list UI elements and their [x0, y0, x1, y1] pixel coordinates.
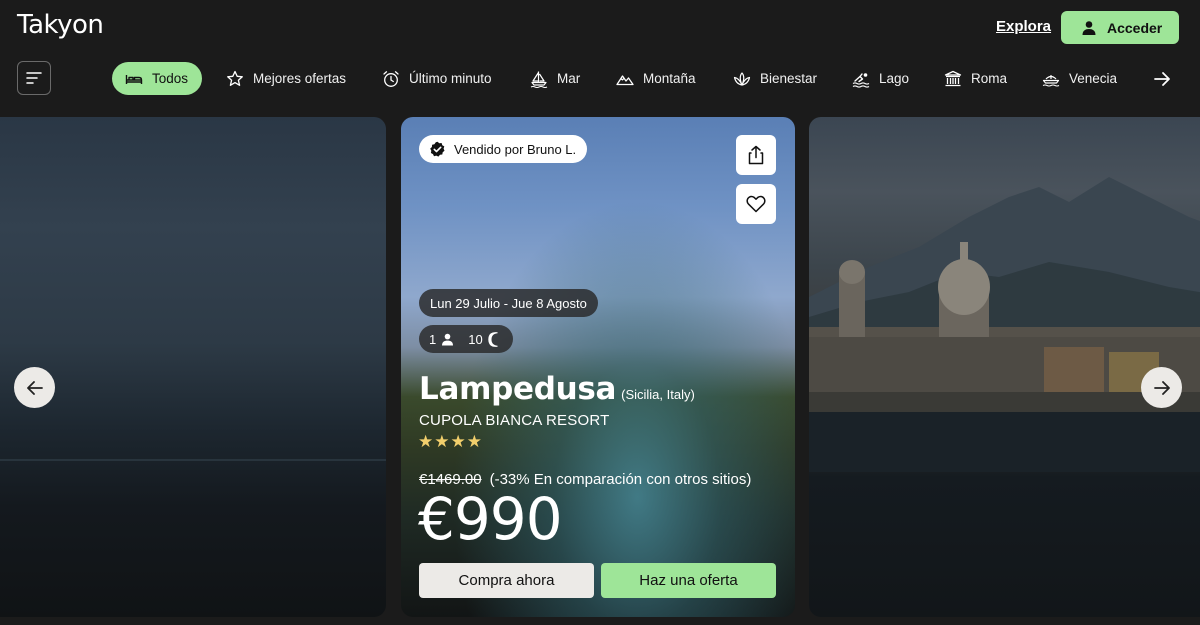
- explora-link[interactable]: Explora: [996, 18, 1051, 35]
- acceder-button[interactable]: Acceder: [1061, 11, 1179, 44]
- star-rating: ★★★★: [418, 432, 483, 451]
- moon-icon: [488, 331, 498, 347]
- dates-chip: Lun 29 Julio - Jue 8 Agosto: [419, 289, 598, 317]
- user-icon: [1082, 20, 1096, 35]
- nights-count: 10: [468, 331, 483, 347]
- category-nav: Todos Mejores ofertas Último minuto Mar …: [0, 59, 1200, 99]
- destination: Lampedusa (Sicilia, Italy): [419, 371, 695, 407]
- category-mejores-ofertas[interactable]: Mejores ofertas: [226, 62, 346, 95]
- heart-icon: [746, 195, 766, 213]
- category-label: Montaña: [643, 71, 696, 86]
- favorite-button[interactable]: [736, 184, 776, 224]
- town-scenery: [809, 242, 1200, 472]
- seller-label: Vendido por Bruno L.: [454, 141, 577, 157]
- category-ultimo-minuto[interactable]: Último minuto: [382, 62, 492, 95]
- category-label: Mejores ofertas: [253, 71, 347, 86]
- arrow-left-icon: [26, 380, 43, 395]
- top-bar: Takyon Explora Acceder: [0, 0, 1200, 55]
- filter-lines-icon: [26, 72, 42, 84]
- filter-menu-button[interactable]: [17, 61, 51, 95]
- category-label: Roma: [971, 71, 1008, 86]
- category-mar[interactable]: Mar: [530, 62, 580, 95]
- acceder-label: Acceder: [1107, 19, 1163, 36]
- guests-nights-chip: 1 10: [419, 325, 513, 353]
- category-venecia[interactable]: Venecia: [1042, 62, 1117, 95]
- monument-icon: [944, 70, 962, 86]
- arrow-right-icon: [1153, 380, 1170, 395]
- category-label: Lago: [879, 71, 910, 86]
- lotus-icon: [733, 71, 751, 86]
- carousel-next-button[interactable]: [1141, 367, 1182, 408]
- category-todos[interactable]: Todos: [112, 62, 203, 95]
- bed-icon: [125, 74, 143, 84]
- gondola-icon: [1042, 74, 1060, 86]
- swimmer-icon: [852, 72, 870, 88]
- mountain-icon: [616, 74, 634, 85]
- person-icon: [442, 333, 454, 345]
- guests-count: 1: [429, 331, 437, 347]
- share-icon: [748, 145, 764, 165]
- make-offer-button[interactable]: Haz una oferta: [601, 563, 776, 598]
- sailboat-icon: [530, 71, 548, 88]
- category-label: Bienestar: [760, 71, 818, 86]
- carousel-slide-next[interactable]: [809, 117, 1200, 617]
- alarm-clock-icon: [383, 70, 399, 87]
- carousel-prev-button[interactable]: [14, 367, 55, 408]
- arrow-right-icon[interactable]: [1152, 69, 1172, 89]
- category-label: Último minuto: [409, 71, 492, 86]
- category-label: Todos: [152, 71, 189, 86]
- category-roma[interactable]: Roma: [944, 62, 1007, 95]
- category-lago[interactable]: Lago: [852, 62, 909, 95]
- category-label: Mar: [557, 71, 581, 86]
- seller-badge: Vendido por Bruno L.: [419, 135, 588, 163]
- destination-name: Lampedusa: [419, 371, 617, 407]
- star-icon: [227, 70, 243, 86]
- destination-region: (Sicilia, Italy): [621, 387, 695, 402]
- verified-check-icon: [430, 141, 445, 157]
- carousel-slide-previous[interactable]: [0, 117, 386, 617]
- takyon-logo[interactable]: Takyon: [17, 10, 104, 40]
- category-bienestar[interactable]: Bienestar: [733, 62, 817, 95]
- current-price: €990: [418, 485, 563, 553]
- hotel-name: CUPOLA BIANCA RESORT: [419, 412, 610, 429]
- category-montana[interactable]: Montaña: [616, 62, 696, 95]
- offer-card[interactable]: Vendido por Bruno L. Lun 29 Julio - Jue …: [401, 117, 795, 617]
- share-button[interactable]: [736, 135, 776, 175]
- category-label: Venecia: [1069, 71, 1118, 86]
- buy-now-button[interactable]: Compra ahora: [419, 563, 594, 598]
